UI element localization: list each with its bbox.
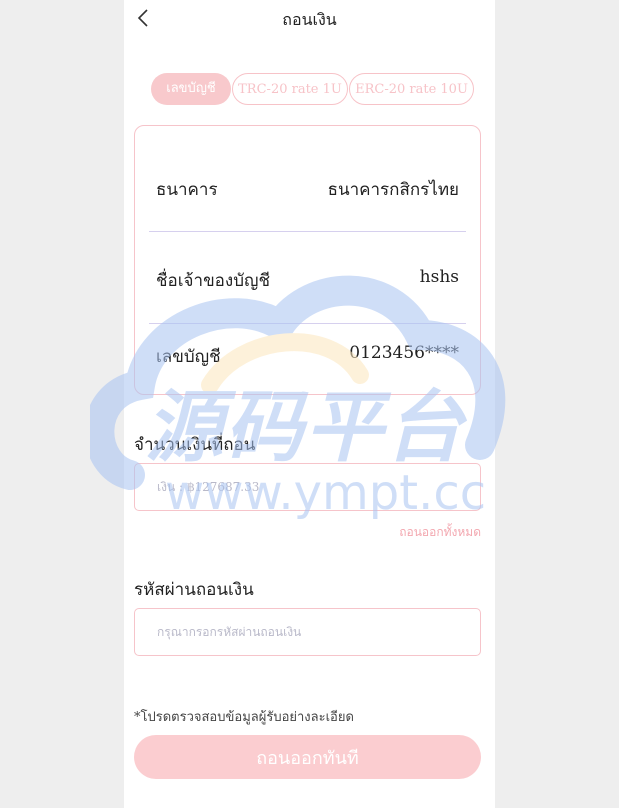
divider	[149, 231, 466, 232]
bank-info-card: ธนาคาร ธนาคารกสิกรไทย ชื่อเจ้าของบัญชี h…	[134, 125, 481, 395]
header: ถอนเงิน	[124, 0, 495, 40]
account-number-label: เลขบัญชี	[156, 347, 221, 367]
tab-erc20[interactable]: ERC-20 rate 10U	[349, 73, 474, 105]
password-input[interactable]	[135, 609, 480, 655]
password-label: รหัสผ่านถอนเงิน	[134, 580, 254, 600]
bank-label: ธนาคาร	[156, 180, 218, 200]
bank-value: ธนาคารกสิกรไทย	[327, 180, 459, 200]
verification-note: *โปรดตรวจสอบข้อมูลผู้รับอย่างละเอียด	[134, 710, 354, 725]
account-number-value: 0123456****	[349, 343, 459, 363]
withdraw-all-link[interactable]: ถอนออกทั้งหมด	[399, 523, 481, 542]
account-name-label: ชื่อเจ้าของบัญชี	[156, 271, 271, 291]
amount-field-wrapper	[134, 463, 481, 511]
tab-bank-account[interactable]: เลขบัญชี	[151, 73, 231, 105]
amount-input[interactable]	[135, 464, 480, 510]
divider	[149, 323, 466, 324]
amount-label: จำนวนเงินที่ถอน	[134, 435, 256, 455]
password-field-wrapper	[134, 608, 481, 656]
page-title: ถอนเงิน	[282, 10, 337, 29]
tab-trc20[interactable]: TRC-20 rate 1U	[232, 73, 348, 105]
account-name-value: hshs	[419, 267, 459, 287]
withdraw-page: ถอนเงิน เลขบัญชี TRC-20 rate 1U ERC-20 r…	[124, 0, 495, 808]
withdraw-now-button[interactable]: ถอนออกทันที	[134, 735, 481, 779]
